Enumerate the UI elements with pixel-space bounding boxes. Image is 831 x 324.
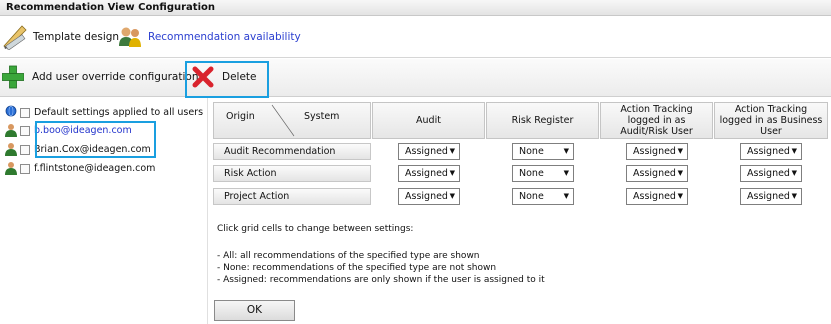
column-header: Audit	[372, 102, 485, 139]
dropdown-arrow-icon: ▼	[563, 192, 569, 200]
help-all: - All: all recommendations of the specif…	[217, 251, 480, 261]
dropdown-arrow-icon: ▼	[449, 192, 455, 200]
tree-item-checkbox[interactable]	[20, 144, 30, 155]
dropdown-arrow-icon: ▼	[791, 147, 797, 155]
tree-item-user[interactable]: f.flintstone@ideagen.com	[20, 161, 155, 176]
grid-cell-select[interactable]: Assigned ▼	[398, 143, 460, 160]
dropdown-arrow-icon: ▼	[563, 169, 569, 177]
dropdown-arrow-icon: ▼	[791, 169, 797, 177]
grid-cell-select[interactable]: Assigned ▼	[626, 165, 688, 182]
row-header-audit-recommendation: Audit Recommendation	[213, 143, 371, 160]
user-icon	[5, 142, 17, 159]
globe-icon	[5, 105, 17, 120]
dropdown-arrow-icon: ▼	[449, 147, 455, 155]
toolbar-bottom: Add user override configuration Delete	[0, 59, 831, 97]
help-intro: Click grid cells to change between setti…	[217, 224, 414, 234]
template-design-button[interactable]: Template design	[2, 24, 119, 50]
tree-item-checkbox[interactable]	[20, 125, 30, 136]
recommendation-availability-label: Recommendation availability	[148, 31, 301, 43]
users-highlight-box	[35, 121, 156, 158]
help-none: - None: recommendations of the specified…	[217, 263, 497, 273]
grid-cell-select[interactable]: None ▼	[512, 188, 574, 205]
dropdown-arrow-icon: ▼	[449, 169, 455, 177]
row-header-risk-action: Risk Action	[213, 165, 371, 182]
dropdown-arrow-icon: ▼	[677, 147, 683, 155]
delete-highlight-box	[185, 61, 269, 98]
tree-item-label: Default settings applied to all users	[34, 107, 204, 118]
tree-item-checkbox[interactable]	[20, 107, 30, 118]
grid-cell-select[interactable]: Assigned ▼	[626, 188, 688, 205]
users-icon	[119, 27, 141, 47]
tree-item-default[interactable]: Default settings applied to all users	[20, 105, 203, 120]
column-header: Risk Register	[486, 102, 599, 139]
dropdown-arrow-icon: ▼	[563, 147, 569, 155]
pencil-ruler-icon	[3, 25, 27, 50]
plus-icon	[2, 65, 24, 89]
add-override-label: Add user override configuration	[32, 71, 199, 83]
grid-cell-select[interactable]: Assigned ▼	[740, 165, 802, 182]
grid-cell-select[interactable]: Assigned ▼	[398, 188, 460, 205]
grid-cell-select[interactable]: Assigned ▼	[398, 165, 460, 182]
recommendation-availability-button[interactable]: Recommendation availability	[117, 24, 301, 50]
grid-cell-select[interactable]: Assigned ▼	[626, 143, 688, 160]
column-header: Action Tracking logged in as Audit/Risk …	[600, 102, 713, 139]
add-override-button[interactable]: Add user override configuration	[2, 65, 198, 89]
tree-item-checkbox[interactable]	[20, 163, 30, 174]
grid-corner-header: Origin System	[213, 102, 371, 139]
corner-origin-label: Origin	[226, 111, 255, 122]
ok-button[interactable]: OK	[214, 300, 295, 321]
dropdown-arrow-icon: ▼	[791, 192, 797, 200]
tree-item-label: f.flintstone@ideagen.com	[34, 163, 156, 174]
row-header-project-action: Project Action	[213, 188, 371, 205]
dropdown-arrow-icon: ▼	[677, 169, 683, 177]
grid-cell-select[interactable]: None ▼	[512, 143, 574, 160]
grid-cell-select[interactable]: Assigned ▼	[740, 188, 802, 205]
help-assigned: - Assigned: recommendations are only sho…	[217, 275, 545, 285]
user-icon	[5, 161, 17, 178]
dropdown-arrow-icon: ▼	[677, 192, 683, 200]
window-title: Recommendation View Configuration	[0, 0, 831, 16]
grid-cell-select[interactable]: None ▼	[512, 165, 574, 182]
grid-cell-select[interactable]: Assigned ▼	[740, 143, 802, 160]
corner-system-label: System	[304, 111, 340, 122]
column-header: Action Tracking logged in as Business Us…	[714, 102, 828, 139]
template-design-label: Template design	[33, 31, 120, 43]
toolbar-top: Template design Recommendation availabil…	[0, 17, 831, 58]
user-icon	[5, 123, 17, 140]
